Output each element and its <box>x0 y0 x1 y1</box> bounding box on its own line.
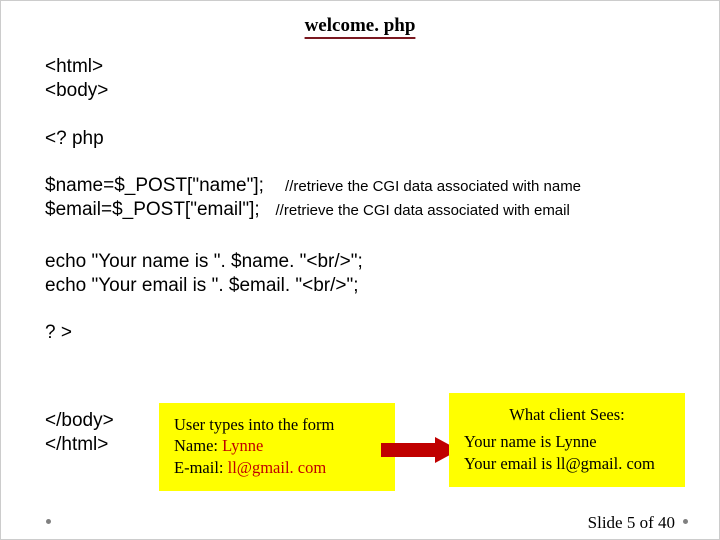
code-line: <body> <box>45 79 675 103</box>
slide-title: welcome. php <box>45 11 675 55</box>
code-line: <html> <box>45 55 675 79</box>
slide-number: Slide 5 of 40 <box>588 513 675 533</box>
code-comment: //retrieve the CGI data associated with … <box>276 202 570 221</box>
callout-text: E-mail: ll@gmail. com <box>174 457 380 478</box>
value: ll@gmail. com <box>228 458 327 477</box>
decoration-dot <box>683 519 688 524</box>
code-assign-name: $name=$_POST["name"]; <box>45 175 264 196</box>
output-callout-box: What client Sees: Your name is Lynne You… <box>449 393 685 487</box>
callout-heading: What client Sees: <box>464 404 670 425</box>
callout-text: User types into the form <box>174 414 380 435</box>
code-line: <? php <box>45 127 675 151</box>
code-line: </body> <box>45 409 114 433</box>
code-line: $name=$_POST["name"]; //retrieve the CGI… <box>45 174 675 198</box>
code-block: <html> <body> <? php $name=$_POST["name"… <box>45 55 675 345</box>
code-comment: //retrieve the CGI data associated with … <box>285 178 581 197</box>
code-line: echo "Your email is ". $email. "<br/>"; <box>45 274 675 298</box>
callout-text: Name: Lynne <box>174 435 380 456</box>
code-line: </html> <box>45 433 114 457</box>
code-line: $email=$_POST["email"]; //retrieve the C… <box>45 198 675 222</box>
label: Name: <box>174 436 222 455</box>
callout-text: Your email is ll@gmail. com <box>464 453 670 474</box>
code-line: echo "Your name is ". $name. "<br/>"; <box>45 250 675 274</box>
label: E-mail: <box>174 458 228 477</box>
input-callout-box: User types into the form Name: Lynne E-m… <box>159 403 395 491</box>
value: Lynne <box>222 436 263 455</box>
code-line: ? > <box>45 321 675 345</box>
code-assign-email: $email=$_POST["email"]; <box>45 199 260 220</box>
decoration-dot <box>46 519 51 524</box>
callout-text: Your name is Lynne <box>464 431 670 452</box>
code-close-tags: </body> </html> <box>45 409 114 457</box>
